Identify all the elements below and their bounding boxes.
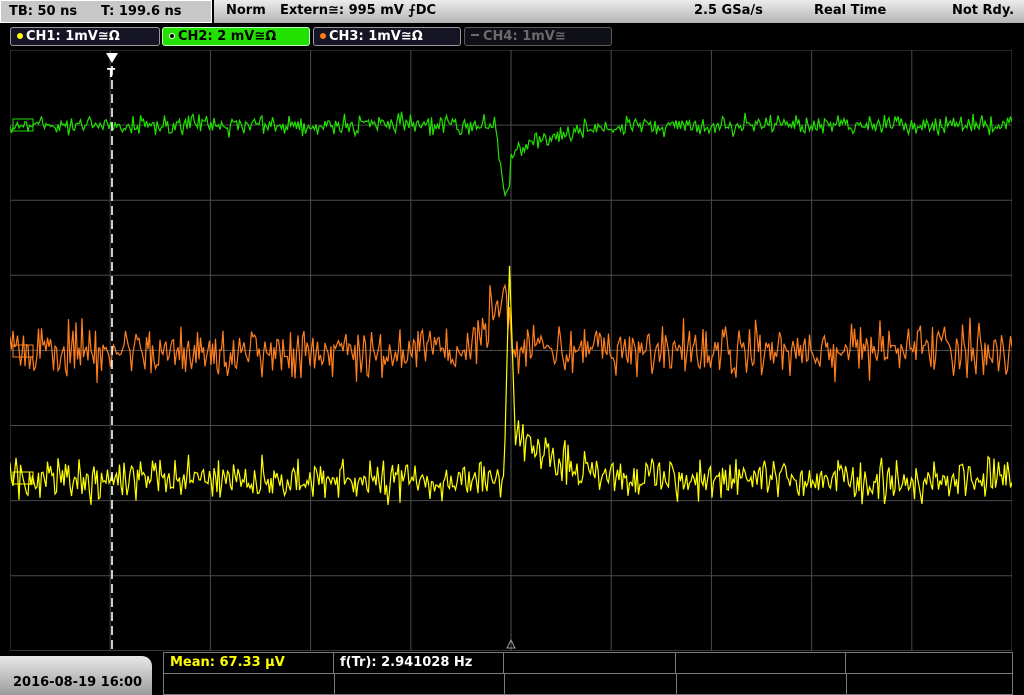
measurement-col-divider <box>504 673 505 695</box>
sample-rate: 2.5 GSa/s <box>694 3 763 18</box>
measurement-slot-4 <box>676 653 846 673</box>
datetime-readout: 2016-08-19 16:00 <box>13 675 143 690</box>
channel-2-dot-icon <box>169 33 175 39</box>
trigger-source: Extern≅: 995 mV ⨍DC <box>280 3 437 18</box>
measurement-slot-3 <box>504 653 676 673</box>
bottom-panel: 2016-08-19 16:00 Mean: 67.33 µV f(Tr): 2… <box>0 652 1024 695</box>
trigger-marker-label: T <box>107 66 116 80</box>
measurement-col-divider <box>676 673 677 695</box>
timebase-readout: TB: 50 ns <box>9 4 78 19</box>
channel-bar: CH1: 1mV≅Ω CH2: 2 mV≅Ω CH3: 1mV≅Ω CH4: 1… <box>0 24 1024 50</box>
time-mode: Real Time <box>814 3 887 18</box>
channel-2-button[interactable]: CH2: 2 mV≅Ω <box>162 27 310 46</box>
channel-3-dot-icon <box>320 33 326 39</box>
trigger-time-readout: T: 199.6 ns <box>101 4 182 19</box>
channel-4-label: CH4: 1mV≅ <box>483 29 566 44</box>
waveform-display[interactable]: T <box>10 50 1012 651</box>
channel-1-button[interactable]: CH1: 1mV≅Ω <box>10 27 160 46</box>
channel-1-dot-icon <box>17 33 23 39</box>
channel-3-button[interactable]: CH3: 1mV≅Ω <box>313 27 461 46</box>
acquisition-status-strip[interactable]: Norm Extern≅: 995 mV ⨍DC 2.5 GSa/s Real … <box>214 0 1024 23</box>
measurement-col-divider <box>846 673 847 695</box>
channel-3-label: CH3: 1mV≅Ω <box>329 29 423 44</box>
measurement-trigger-frequency: f(Tr): 2.941028 Hz <box>334 653 504 673</box>
timebase-panel[interactable]: TB: 50 ns T: 199.6 ns <box>0 0 212 23</box>
channel-2-label: CH2: 2 mV≅Ω <box>178 29 277 44</box>
measurement-row-divider <box>164 673 1012 674</box>
acquisition-mode: Norm <box>226 3 266 18</box>
measurement-table[interactable]: Mean: 67.33 µV f(Tr): 2.941028 Hz <box>163 652 1013 695</box>
measurement-col-divider <box>334 673 335 695</box>
channel-1-label: CH1: 1mV≅Ω <box>26 29 120 44</box>
acquisition-state: Not Rdy. <box>952 3 1015 18</box>
datetime-panel[interactable]: 2016-08-19 16:00 <box>0 656 152 695</box>
measurement-mean: Mean: 67.33 µV <box>164 653 334 673</box>
top-status-bar: TB: 50 ns T: 199.6 ns Norm Extern≅: 995 … <box>0 0 1024 24</box>
channel-4-off-icon <box>471 34 479 36</box>
channel-4-button[interactable]: CH4: 1mV≅ <box>464 27 612 46</box>
